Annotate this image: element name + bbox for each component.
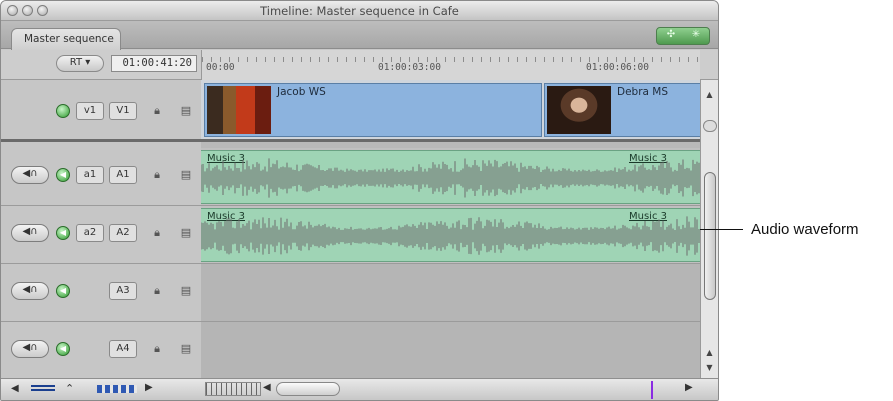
speaker-headphones-toggle[interactable]: ◀∩	[11, 340, 49, 358]
clip-overlays-icon[interactable]: ⌃	[65, 382, 74, 395]
film-strip-icon[interactable]: ▤	[179, 105, 193, 117]
snapping-icon[interactable]: ✣	[659, 29, 683, 43]
audio-track-header-a1: ◀∩ ◀ a1 A1 🔒︎ ▤	[1, 148, 201, 206]
video-clip-jacob-ws[interactable]: Jacob WS	[204, 83, 542, 137]
headphones-icon[interactable]: ∩	[30, 168, 37, 179]
video-clip-debra-ms[interactable]: Debra MS	[544, 83, 704, 137]
audio-enable-icon[interactable]: ◀	[56, 342, 70, 356]
ruler-label-6s: 01:00:06:00	[586, 62, 649, 73]
ruler-label-3s: 01:00:03:00	[378, 62, 441, 73]
right-arrow-icon[interactable]: ▶	[145, 382, 153, 393]
audio-controls-icon[interactable]: ◀	[11, 383, 19, 394]
destination-track-v1[interactable]: V1	[109, 102, 137, 120]
horizontal-scroll-thumb[interactable]	[276, 382, 340, 396]
film-strip-icon[interactable]: ▤	[179, 343, 193, 355]
timeline-bottom-bar: ◀ ⌃ ▶ ◀ ▶	[1, 378, 718, 400]
rt-menu-button[interactable]: RT ▾	[56, 55, 104, 72]
audio-track-a2[interactable]: Music 3 Music 3	[201, 206, 701, 264]
window-title: Timeline: Master sequence in Cafe	[260, 4, 459, 18]
clip-thumbnail	[207, 86, 271, 134]
timeline-control-row: RT ▾ 01:00:41:20 00:00 01:00:03:00 01:00…	[1, 50, 718, 80]
video-track-header: v1 V1 🔒︎ ▤	[1, 80, 201, 142]
audio-track-header-a3: ◀∩ ◀ A3 🔒︎ ▤	[1, 264, 201, 322]
audio-track-a3[interactable]	[201, 264, 700, 322]
track-height-icon[interactable]	[31, 385, 55, 387]
audio-clip-music-3-a2[interactable]: Music 3 Music 3	[201, 208, 701, 262]
headphones-icon[interactable]: ∩	[30, 284, 37, 295]
title-bar: Timeline: Master sequence in Cafe	[1, 1, 718, 21]
speaker-headphones-toggle[interactable]: ◀∩	[11, 224, 49, 242]
clip-thumbnail	[547, 86, 611, 134]
audio-track-a4[interactable]	[201, 322, 700, 380]
source-patch-a2[interactable]: a2	[76, 224, 104, 242]
film-strip-icon[interactable]: ▤	[179, 227, 193, 239]
tab-master-sequence[interactable]: Master sequence	[11, 28, 121, 50]
headphones-icon[interactable]: ∩	[30, 342, 37, 353]
audio-waveform	[201, 158, 701, 198]
destination-track-a2[interactable]: A2	[109, 224, 137, 242]
sequence-tab-bar: Master sequence ✣ ✳	[1, 21, 718, 50]
audio-enable-icon[interactable]: ◀	[56, 284, 70, 298]
source-patch-v1[interactable]: v1	[76, 102, 104, 120]
snapping-linking-toggles[interactable]: ✣ ✳	[656, 27, 710, 45]
lock-icon[interactable]: 🔒︎	[152, 343, 162, 355]
film-strip-icon[interactable]: ▤	[179, 169, 193, 181]
playhead-marker	[651, 381, 653, 399]
video-track-v1[interactable]: Jacob WS Debra MS	[201, 80, 704, 142]
lock-icon[interactable]: 🔒︎	[152, 105, 162, 117]
speaker-headphones-toggle[interactable]: ◀∩	[11, 282, 49, 300]
speaker-headphones-toggle[interactable]: ◀∩	[11, 166, 49, 184]
destination-track-a1[interactable]: A1	[109, 166, 137, 184]
left-arrow-icon[interactable]: ◀	[263, 382, 271, 393]
audio-track-header-a2: ◀∩ ◀ a2 A2 🔒︎ ▤	[1, 206, 201, 264]
audio-enable-icon[interactable]: ◀	[56, 226, 70, 240]
lock-icon[interactable]: 🔒︎	[152, 285, 162, 297]
clip-name: Debra MS	[617, 86, 669, 98]
lock-icon[interactable]: 🔒︎	[152, 169, 162, 181]
scroll-up-icon[interactable]: ▲	[704, 348, 715, 358]
scroll-down-icon[interactable]: ▼	[704, 363, 715, 373]
audio-track-a1[interactable]: Music 3 Music 3	[201, 148, 701, 206]
destination-track-a4[interactable]: A4	[109, 340, 137, 358]
track-size-icon[interactable]	[97, 385, 137, 393]
vertical-scroll-thumb[interactable]	[704, 172, 716, 300]
track-visibility-icon[interactable]	[56, 104, 70, 118]
ruler-label-start: 00:00	[206, 62, 235, 73]
track-header-panel: v1 V1 🔒︎ ▤ ◀∩ ◀ a1 A1 🔒︎ ▤ ◀∩ ◀ a2 A2 🔒︎…	[1, 80, 201, 380]
divider-handle[interactable]	[703, 120, 717, 132]
audio-track-header-a4: ◀∩ ◀ A4 🔒︎ ▤	[1, 322, 201, 380]
audio-waveform-callout: Audio waveform	[751, 221, 859, 238]
scroll-up-icon[interactable]: ▲	[704, 90, 715, 100]
audio-enable-icon[interactable]: ◀	[56, 168, 70, 182]
headphones-icon[interactable]: ∩	[30, 226, 37, 237]
timeline-tracks-area[interactable]: Jacob WS Debra MS Music 3 Music 3 Music …	[201, 80, 704, 380]
destination-track-a3[interactable]: A3	[109, 282, 137, 300]
lock-icon[interactable]: 🔒︎	[152, 227, 162, 239]
right-arrow-icon[interactable]: ▶	[685, 382, 693, 393]
source-patch-a1[interactable]: a1	[76, 166, 104, 184]
vertical-scrollbar[interactable]: ▲ ▲ ▼	[700, 80, 718, 380]
callout-line	[700, 229, 743, 230]
current-timecode[interactable]: 01:00:41:20	[111, 55, 197, 72]
timeline-window: Timeline: Master sequence in Cafe Master…	[0, 0, 719, 401]
zoom-slider[interactable]	[205, 382, 261, 396]
clip-name: Jacob WS	[277, 86, 326, 98]
audio-clip-music-3-a1[interactable]: Music 3 Music 3	[201, 150, 701, 204]
film-strip-icon[interactable]: ▤	[179, 285, 193, 297]
linking-icon[interactable]: ✳	[684, 29, 708, 43]
timeline-ruler[interactable]: 00:00 01:00:03:00 01:00:06:00	[201, 50, 700, 80]
audio-waveform	[201, 216, 701, 256]
